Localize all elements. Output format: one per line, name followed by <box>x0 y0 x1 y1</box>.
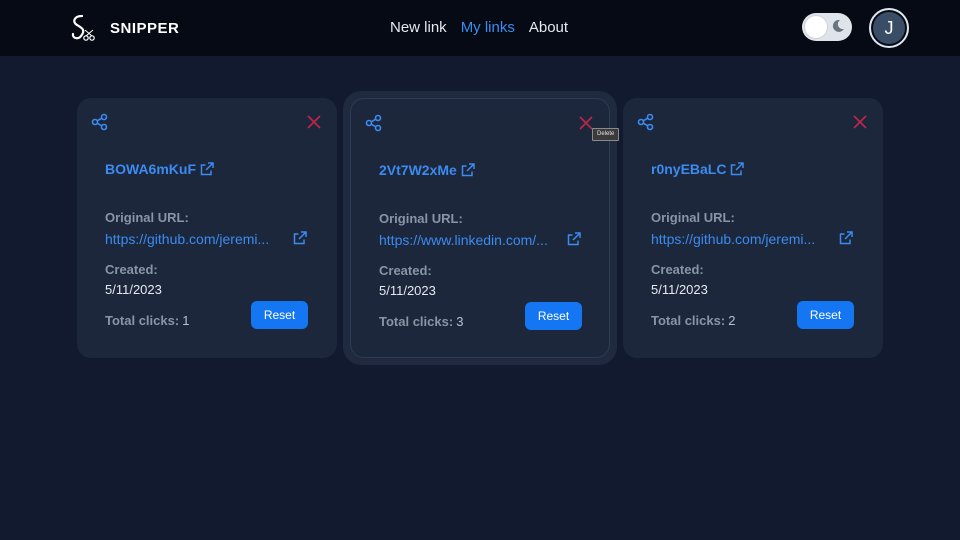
toggle-knob <box>805 16 827 38</box>
created-date: 5/11/2023 <box>379 283 436 298</box>
total-clicks-value: 3 <box>456 314 464 329</box>
created-date: 5/11/2023 <box>105 282 162 297</box>
nav-about[interactable]: About <box>529 19 568 36</box>
original-url-link[interactable]: https://www.linkedin.com/... <box>379 232 559 248</box>
original-url-label: Original URL: <box>105 210 189 225</box>
reset-button[interactable]: Reset <box>797 301 854 329</box>
original-url-label: Original URL: <box>651 210 735 225</box>
external-link-icon[interactable] <box>839 231 853 245</box>
link-card: BOWA6mKuF Original URL: https://github.c… <box>77 98 337 358</box>
delete-tooltip: Delete <box>592 128 620 141</box>
short-link[interactable]: BOWA6mKuF <box>105 161 214 177</box>
nav-my-links[interactable]: My links <box>461 19 515 36</box>
share-icon[interactable] <box>91 113 109 131</box>
total-clicks-value: 1 <box>182 313 190 328</box>
main-nav: New link My links About <box>390 19 568 36</box>
share-icon[interactable] <box>637 113 655 131</box>
created-label: Created: <box>379 263 432 278</box>
original-url-link[interactable]: https://github.com/jeremi... <box>105 231 285 247</box>
brand-name: SNIPPER <box>110 19 180 37</box>
created-label: Created: <box>651 262 704 277</box>
link-card: r0nyEBaLC Original URL: https://github.c… <box>623 98 883 358</box>
brand[interactable]: SNIPPER <box>66 12 179 44</box>
total-clicks-value: 2 <box>728 313 736 328</box>
created-label: Created: <box>105 262 158 277</box>
total-clicks: Total clicks: 1 <box>105 313 189 328</box>
delete-icon[interactable] <box>853 115 867 129</box>
moon-icon <box>832 19 844 32</box>
reset-button[interactable]: Reset <box>251 301 308 329</box>
total-clicks-label: Total clicks: <box>379 314 454 329</box>
scissors-logo-icon <box>71 14 95 41</box>
short-link-text: BOWA6mKuF <box>105 161 196 177</box>
theme-toggle[interactable] <box>802 13 852 41</box>
original-url-label: Original URL: <box>379 211 463 226</box>
delete-icon[interactable] <box>307 115 321 129</box>
avatar[interactable]: J <box>869 8 909 48</box>
reset-button[interactable]: Reset <box>525 302 582 330</box>
link-card: 2Vt7W2xMe Original URL: https://www.link… <box>350 98 610 358</box>
total-clicks-label: Total clicks: <box>651 313 726 328</box>
share-icon[interactable] <box>365 114 383 132</box>
external-link-icon <box>731 162 745 176</box>
external-link-icon <box>461 163 475 177</box>
delete-icon[interactable] <box>579 116 593 130</box>
short-link[interactable]: r0nyEBaLC <box>651 161 745 177</box>
short-link-text: r0nyEBaLC <box>651 161 727 177</box>
total-clicks: Total clicks: 3 <box>379 314 463 329</box>
external-link-icon <box>200 162 214 176</box>
nav-new-link[interactable]: New link <box>390 19 447 36</box>
total-clicks-label: Total clicks: <box>105 313 180 328</box>
short-link-text: 2Vt7W2xMe <box>379 162 457 178</box>
original-url-link[interactable]: https://github.com/jeremi... <box>651 231 831 247</box>
external-link-icon[interactable] <box>293 231 307 245</box>
external-link-icon[interactable] <box>567 232 581 246</box>
created-date: 5/11/2023 <box>651 282 708 297</box>
short-link[interactable]: 2Vt7W2xMe <box>379 162 475 178</box>
total-clicks: Total clicks: 2 <box>651 313 735 328</box>
top-navbar: SNIPPER New link My links About J <box>0 0 960 56</box>
